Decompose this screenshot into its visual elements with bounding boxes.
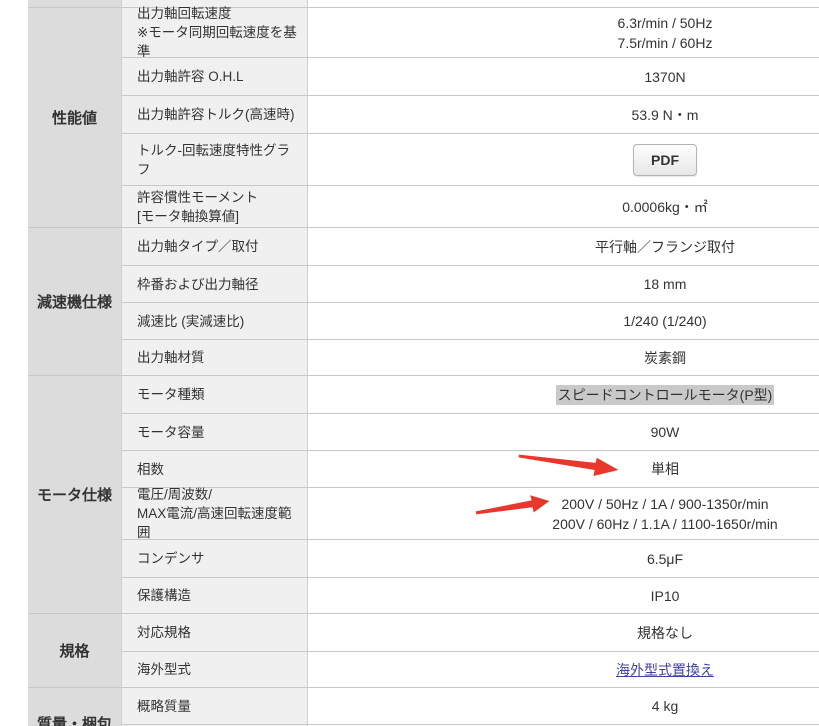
spec-value: 単相 [308, 451, 819, 487]
category-cell: 性能値 [28, 8, 122, 227]
spec-label: 出力軸許容トルク(高速時) [122, 96, 308, 133]
section-mass-packing: 質量・梱包 概略質量 4 kg [28, 688, 819, 726]
section-motor: モータ仕様 モータ種類 スピードコントロールモータ(P型) モータ容量 90W … [28, 376, 819, 614]
table-row: 許容慣性モーメント [モータ軸換算値] 0.0006kg・㎡ [122, 185, 819, 227]
table-row: 出力軸タイプ／取付 平行軸／フランジ取付 [122, 228, 819, 265]
spec-label: 枠番および出力軸径 [122, 266, 308, 302]
spec-value: 6.5μF [308, 540, 819, 577]
table-row: 電圧/周波数/ MAX電流/高速回転速度範囲 200V / 50Hz / 1A … [122, 487, 819, 539]
spec-label: 対応規格 [122, 614, 308, 651]
spec-value: 規格なし [308, 614, 819, 651]
table-row: 海外型式 海外型式置換え [122, 651, 819, 687]
spec-label: 電圧/周波数/ MAX電流/高速回転速度範囲 [122, 488, 308, 539]
spec-label: 出力軸回転速度 ※モータ同期回転速度を基準 [122, 8, 308, 57]
table-row: 概略質量 4 kg [122, 688, 819, 724]
spec-value: 18 mm [308, 266, 819, 302]
spec-value: 炭素鋼 [308, 340, 819, 375]
pdf-button[interactable]: PDF [633, 144, 697, 176]
spec-label: 許容慣性モーメント [モータ軸換算値] [122, 186, 308, 227]
category-cell: 減速機仕様 [28, 228, 122, 375]
spec-label: 相数 [122, 451, 308, 487]
spec-value: 4 kg [308, 688, 819, 724]
category-cell: 質量・梱包 [28, 688, 122, 726]
spec-table: 性能値 出力軸回転速度 ※モータ同期回転速度を基準 6.3r/min / 50H… [28, 0, 819, 726]
spec-label: 減速比 (実減速比) [122, 303, 308, 339]
spec-label: 出力軸材質 [122, 340, 308, 375]
spec-value: 平行軸／フランジ取付 [308, 228, 819, 265]
motor-type-highlighted-text: スピードコントロールモータ(P型) [556, 385, 775, 405]
spec-value: IP10 [308, 578, 819, 613]
spec-label: トルク-回転速度特性グラフ [122, 134, 308, 185]
spec-value: PDF [308, 134, 819, 185]
spec-label: 海外型式 [122, 652, 308, 687]
table-row: 枠番および出力軸径 18 mm [122, 265, 819, 302]
spec-label: 出力軸タイプ／取付 [122, 228, 308, 265]
spec-value: 海外型式置換え [308, 652, 819, 687]
table-row: 出力軸許容トルク(高速時) 53.9 N・m [122, 95, 819, 133]
table-row: コンデンサ 6.5μF [122, 539, 819, 577]
table-row: 相数 単相 [122, 450, 819, 487]
section-performance: 性能値 出力軸回転速度 ※モータ同期回転速度を基準 6.3r/min / 50H… [28, 8, 819, 228]
section-standards: 規格 対応規格 規格なし 海外型式 海外型式置換え [28, 614, 819, 688]
table-row: モータ容量 90W [122, 413, 819, 450]
spec-value: スピードコントロールモータ(P型) [308, 376, 819, 413]
category-cell: 規格 [28, 614, 122, 687]
table-row: 出力軸許容 O.H.L 1370N [122, 57, 819, 95]
spec-value [308, 0, 819, 7]
table-row: 減速比 (実減速比) 1/240 (1/240) [122, 302, 819, 339]
spec-page: 性能値 出力軸回転速度 ※モータ同期回転速度を基準 6.3r/min / 50H… [0, 0, 819, 726]
table-row: モータ種類 スピードコントロールモータ(P型) [122, 376, 819, 413]
table-row: 出力軸回転速度 ※モータ同期回転速度を基準 6.3r/min / 50Hz 7.… [122, 8, 819, 57]
spec-value: 90W [308, 414, 819, 450]
spec-label: 出力軸許容 O.H.L [122, 58, 308, 95]
category-cell: モータ仕様 [28, 376, 122, 613]
spec-label: コンデンサ [122, 540, 308, 577]
table-row: 対応規格 規格なし [122, 614, 819, 651]
spec-value: 53.9 N・m [308, 96, 819, 133]
table-row: トルク-回転速度特性グラフ PDF [122, 133, 819, 185]
table-row: 保護構造 IP10 [122, 577, 819, 613]
spec-label: 概略質量 [122, 688, 308, 724]
spec-label: 保護構造 [122, 578, 308, 613]
spec-value: 1/240 (1/240) [308, 303, 819, 339]
table-row: 出力軸材質 炭素鋼 [122, 339, 819, 375]
spec-value: 1370N [308, 58, 819, 95]
category-cell [28, 0, 122, 7]
section-gearhead: 減速機仕様 出力軸タイプ／取付 平行軸／フランジ取付 枠番および出力軸径 18 … [28, 228, 819, 376]
spec-value: 0.0006kg・㎡ [308, 186, 819, 227]
spec-value: 200V / 50Hz / 1A / 900-1350r/min 200V / … [308, 488, 819, 539]
spec-value: 6.3r/min / 50Hz 7.5r/min / 60Hz [308, 8, 819, 57]
spec-label: モータ容量 [122, 414, 308, 450]
overseas-model-link[interactable]: 海外型式置換え [616, 660, 714, 680]
spec-label: モータ種類 [122, 376, 308, 413]
